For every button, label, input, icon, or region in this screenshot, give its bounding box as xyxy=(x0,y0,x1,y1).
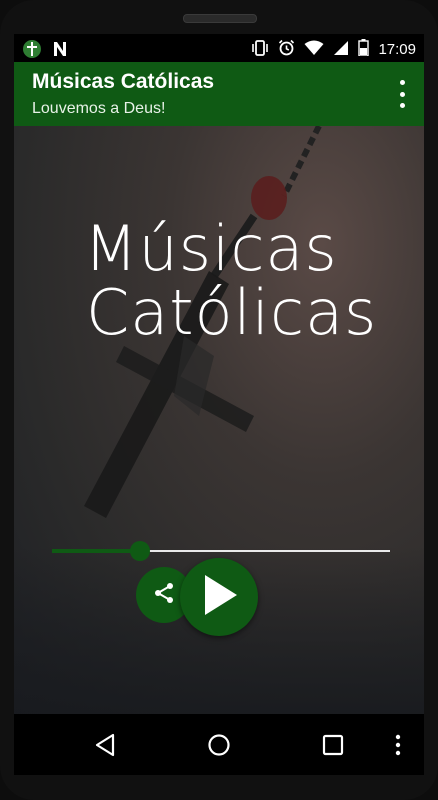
app-subtitle: Louvemos a Deus! xyxy=(32,100,166,117)
status-time: 17:09 xyxy=(378,41,416,58)
more-icon[interactable] xyxy=(388,730,408,760)
player-artwork: Músicas Católicas xyxy=(14,126,424,714)
play-icon xyxy=(199,573,239,621)
screen: 17:09 Músicas Católicas Louvemos a Deus! xyxy=(14,34,424,775)
share-icon xyxy=(152,581,176,609)
status-left xyxy=(22,39,68,63)
logo-text: Músicas Católicas xyxy=(84,212,378,349)
vibrate-icon xyxy=(251,39,269,60)
app-bar: Músicas Católicas Louvemos a Deus! xyxy=(14,62,424,126)
seek-progress xyxy=(52,549,140,553)
logo-line-2: Católicas xyxy=(86,276,378,349)
recents-icon[interactable] xyxy=(318,730,348,760)
n-notification-icon xyxy=(52,41,68,61)
cellular-signal-icon xyxy=(333,40,349,60)
status-bar: 17:09 xyxy=(14,34,424,62)
phone-frame: 17:09 Músicas Católicas Louvemos a Deus! xyxy=(0,0,438,800)
app-cross-icon xyxy=(22,39,42,63)
app-title: Músicas Católicas xyxy=(32,70,215,93)
navigation-bar xyxy=(14,714,424,775)
home-icon[interactable] xyxy=(204,730,234,760)
logo-line-1: Músicas xyxy=(84,212,338,285)
wifi-icon xyxy=(304,40,324,60)
status-right: 17:09 xyxy=(251,39,416,60)
battery-icon xyxy=(358,39,370,60)
overflow-menu-icon[interactable] xyxy=(392,80,412,108)
earpiece-speaker xyxy=(183,14,257,23)
seek-thumb[interactable] xyxy=(129,541,150,561)
back-icon[interactable] xyxy=(90,730,120,760)
alarm-icon xyxy=(278,39,295,60)
play-button[interactable] xyxy=(180,558,258,636)
